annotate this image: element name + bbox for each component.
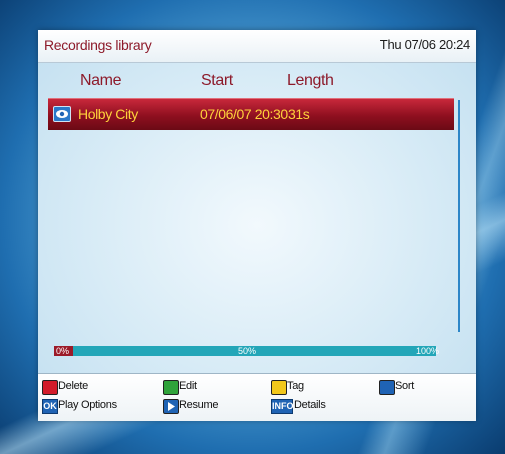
sort-label: Sort: [395, 380, 414, 392]
eye-icon: [53, 106, 71, 122]
column-header-name[interactable]: Name: [80, 72, 121, 90]
yellow-key-icon[interactable]: [271, 380, 287, 395]
tag-label: Tag: [287, 380, 304, 392]
recordings-library-panel: Recordings library Thu 07/06 20:24 Name …: [38, 30, 476, 421]
date-time: Thu 07/06 20:24: [379, 37, 471, 52]
play-options-label: Play Options: [58, 399, 117, 411]
delete-label: Delete: [58, 380, 88, 392]
recording-start: 07/06/07 20:30: [200, 106, 288, 122]
info-key-icon[interactable]: INFO: [271, 399, 294, 414]
green-key-icon[interactable]: [163, 380, 179, 395]
page-title: Recordings library: [44, 37, 152, 53]
resume-label: Resume: [179, 399, 219, 411]
column-header-length[interactable]: Length: [287, 72, 334, 90]
blue-key-icon[interactable]: [379, 380, 395, 395]
title-bar: Recordings library Thu 07/06 20:24: [38, 30, 476, 63]
recording-name: Holby City: [78, 106, 138, 122]
edit-label: Edit: [179, 380, 197, 392]
red-key-icon[interactable]: [42, 380, 58, 395]
recording-length: 31s: [288, 106, 310, 122]
usage-label-mid: 50%: [238, 346, 257, 356]
details-label: Details: [294, 399, 326, 411]
usage-label-max: 100%: [416, 346, 440, 356]
ok-key-icon[interactable]: OK: [42, 399, 58, 414]
column-header-start[interactable]: Start: [201, 72, 233, 90]
usage-label-min: 0%: [56, 346, 70, 356]
key-legend: Delete Edit Tag Sort OK Play Options Res…: [38, 373, 476, 421]
recording-row[interactable]: Holby City 07/06/07 20:30 31s: [48, 98, 454, 130]
scrollbar[interactable]: [458, 100, 460, 332]
play-key-icon[interactable]: [163, 399, 179, 414]
